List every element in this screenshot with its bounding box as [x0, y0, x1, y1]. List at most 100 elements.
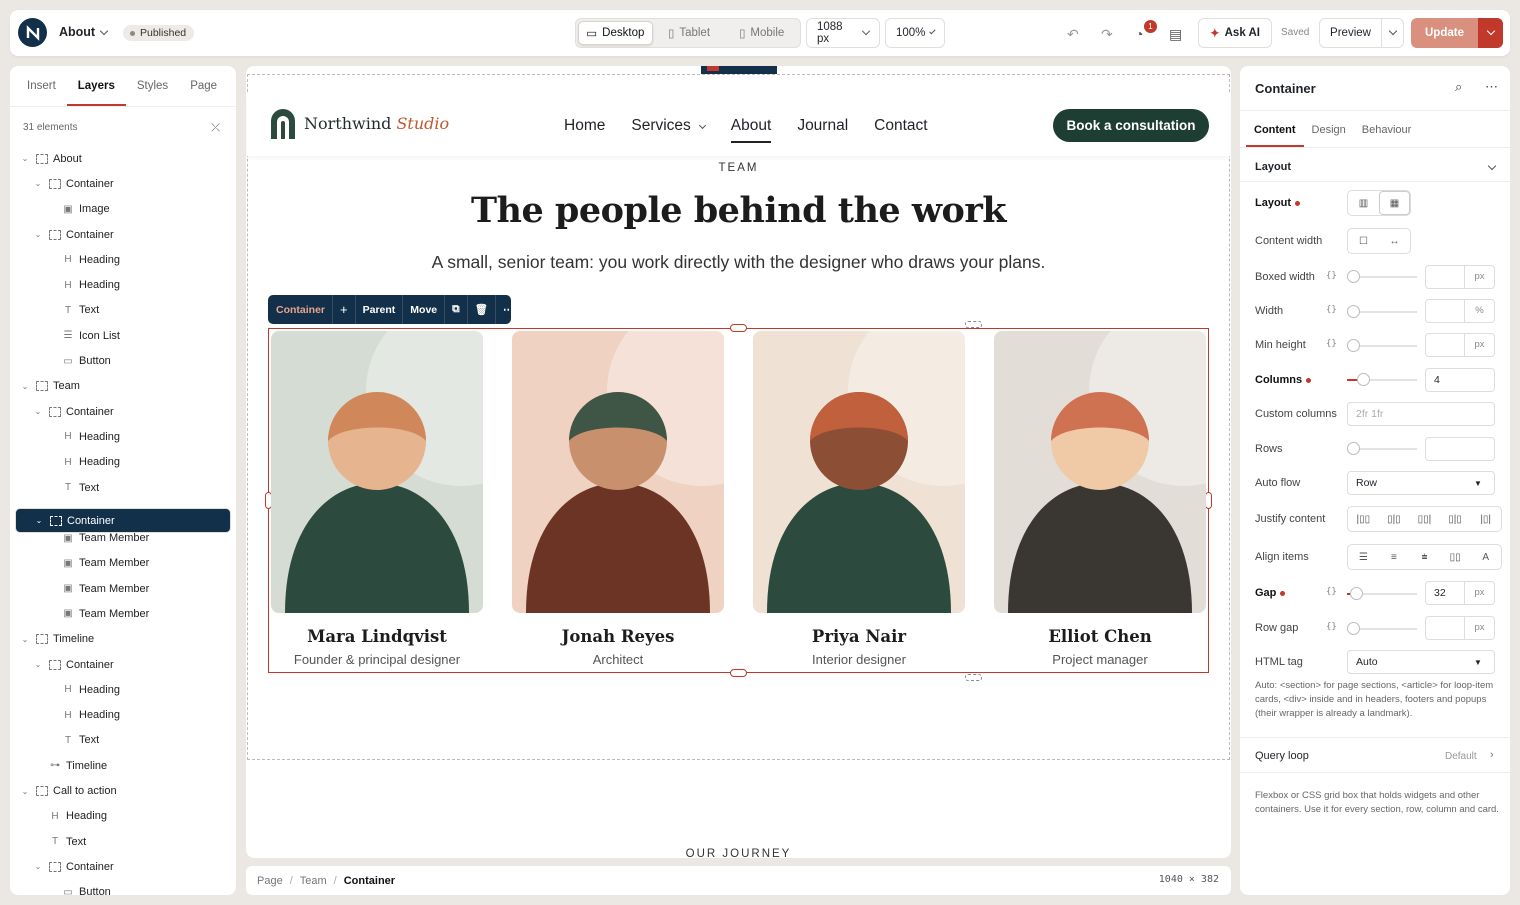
layer-item[interactable]: ⌄ Container — [15, 222, 231, 247]
layer-item[interactable]: ▣ Team Member — [15, 551, 231, 576]
dynamic-tag-icon[interactable]: {} — [1326, 622, 1337, 632]
device-desktop[interactable]: ▭ Desktop — [578, 21, 653, 45]
layer-item[interactable]: T Text — [15, 728, 231, 753]
undo-icon[interactable]: ↶ — [1067, 26, 1079, 43]
html-tag-select[interactable]: Auto ▼ — [1347, 650, 1495, 674]
align-stretch-icon[interactable]: ▯▯ — [1440, 545, 1471, 569]
breadcrumb-team[interactable]: Team — [300, 875, 327, 887]
gap-input[interactable]: 32 px — [1425, 581, 1495, 605]
dynamic-tag-icon[interactable]: {} — [1326, 587, 1337, 597]
query-loop-row[interactable]: Query loop Default › — [1240, 737, 1510, 773]
chevron-down-icon[interactable]: ⌄ — [19, 154, 31, 163]
team-heading[interactable]: The people behind the work — [246, 190, 1231, 231]
slider-knob[interactable] — [1347, 339, 1360, 352]
tab-behaviour[interactable]: Behaviour — [1354, 111, 1420, 147]
breadcrumb-page[interactable]: Page — [257, 875, 283, 887]
justify-start-icon[interactable]: |▯▯ — [1348, 507, 1379, 531]
slider-knob[interactable] — [1347, 270, 1360, 283]
book-consultation-button[interactable]: Book a consultation — [1053, 109, 1209, 142]
nav-contact[interactable]: Contact — [874, 117, 927, 135]
justify-end-icon[interactable]: ▯▯| — [1409, 507, 1440, 531]
toolbar-move-button[interactable]: Move — [403, 295, 446, 324]
history-icon[interactable]: ◔ — [1135, 26, 1143, 42]
comments-icon[interactable]: ▤ — [1169, 26, 1182, 43]
more-icon[interactable]: ⋯ — [1485, 79, 1498, 95]
section-handle[interactable] — [701, 66, 777, 74]
columns-slider[interactable] — [1347, 373, 1417, 386]
layer-item[interactable]: ⌄ Container — [15, 399, 231, 424]
team-eyebrow[interactable]: TEAM — [246, 162, 1231, 174]
layer-item[interactable]: H Heading — [15, 424, 231, 449]
justify-around-icon[interactable]: |▯| — [1470, 507, 1501, 531]
zoom-select[interactable]: 100% — [885, 18, 945, 48]
tab-layers[interactable]: Layers — [66, 66, 126, 106]
nav-services[interactable]: Services — [631, 117, 706, 135]
layer-item[interactable]: ▣ Team Member — [15, 576, 231, 601]
layer-item[interactable]: H Heading — [15, 804, 231, 829]
tab-page[interactable]: Page — [179, 66, 228, 106]
dynamic-tag-icon[interactable]: {} — [1326, 305, 1337, 315]
dynamic-tag-icon[interactable]: {} — [1326, 339, 1337, 349]
layer-item[interactable]: ▣ Image — [15, 197, 231, 222]
update-options[interactable] — [1478, 18, 1503, 48]
team-lead[interactable]: A small, senior team: you work directly … — [246, 252, 1231, 273]
rows-input[interactable] — [1425, 437, 1495, 461]
duplicate-icon[interactable]: ⧉ — [445, 295, 468, 324]
more-icon[interactable]: ⋯ — [496, 295, 521, 324]
unit-select[interactable]: px — [1464, 582, 1494, 604]
layer-item[interactable]: H Heading — [15, 677, 231, 702]
layer-item[interactable]: ▣ Team Member — [15, 525, 231, 550]
layer-item[interactable]: ▣ Team Member — [15, 601, 231, 626]
align-center-icon[interactable]: ≡ — [1379, 545, 1410, 569]
tab-content[interactable]: Content — [1246, 111, 1304, 147]
row-gap-slider[interactable] — [1347, 622, 1417, 635]
redo-icon[interactable]: ↷ — [1101, 26, 1113, 43]
dynamic-tag-icon[interactable]: {} — [1326, 271, 1337, 281]
ask-ai-button[interactable]: ✦ Ask AI — [1198, 18, 1272, 48]
align-baseline-icon[interactable]: A — [1470, 545, 1501, 569]
unit-select[interactable]: px — [1464, 266, 1494, 288]
toolbar-parent-button[interactable]: Parent — [356, 295, 404, 324]
unit-select[interactable]: px — [1464, 617, 1494, 639]
journey-eyebrow[interactable]: OUR JOURNEY — [246, 848, 1231, 858]
layer-item[interactable]: ⌄ Team — [15, 374, 231, 399]
search-icon[interactable]: ⌕ — [1455, 79, 1462, 95]
layer-item[interactable]: ☰ Icon List — [15, 323, 231, 348]
layer-item[interactable]: ⌄ About — [15, 146, 231, 171]
justify-center-icon[interactable]: ▯|▯ — [1379, 507, 1410, 531]
chevron-down-icon[interactable]: ⌄ — [19, 382, 31, 391]
row-gap-input[interactable]: px — [1425, 616, 1495, 640]
layer-item[interactable]: ⌄ Container — [15, 652, 231, 677]
min-height-input[interactable]: px — [1425, 333, 1495, 357]
padding-handle-top[interactable] — [965, 321, 982, 328]
justify-between-icon[interactable]: ▯|▯ — [1440, 507, 1471, 531]
layer-item[interactable]: T Text — [15, 298, 231, 323]
slider-knob[interactable] — [1347, 442, 1360, 455]
team-member-card[interactable]: Elliot Chen Project manager — [994, 331, 1206, 671]
width-slider[interactable] — [1347, 305, 1417, 318]
update-button[interactable]: Update — [1411, 18, 1503, 48]
layer-item[interactable]: ⌄ Call to action — [15, 778, 231, 803]
full-width-icon[interactable]: ↔ — [1379, 229, 1410, 253]
layer-item[interactable]: H Heading — [15, 272, 231, 297]
tab-styles[interactable]: Styles — [126, 66, 179, 106]
unit-select[interactable]: px — [1464, 334, 1494, 356]
nav-journal[interactable]: Journal — [797, 117, 848, 135]
app-logo[interactable] — [18, 18, 47, 47]
resize-handle-right[interactable] — [1205, 492, 1212, 509]
slider-knob[interactable] — [1347, 305, 1360, 318]
slider-knob[interactable] — [1357, 373, 1371, 386]
tab-insert[interactable]: Insert — [16, 66, 67, 106]
layer-item[interactable]: H Heading — [15, 703, 231, 728]
chevron-down-icon[interactable]: ⌄ — [32, 179, 44, 188]
tab-design[interactable]: Design — [1304, 111, 1354, 147]
layer-item[interactable]: ▭ Button — [15, 348, 231, 373]
columns-input[interactable]: 4 — [1425, 368, 1495, 392]
chevron-down-icon[interactable]: ⌄ — [32, 407, 44, 416]
chevron-down-icon[interactable]: ⌄ — [33, 516, 45, 525]
boxed-width-input[interactable]: px — [1425, 265, 1495, 289]
grid-layout-icon[interactable]: ▦ — [1379, 191, 1410, 215]
site-logo[interactable]: Northwind Studio — [269, 107, 449, 139]
gap-slider[interactable] — [1347, 587, 1417, 600]
layer-item[interactable]: ▭ Button — [15, 880, 231, 895]
